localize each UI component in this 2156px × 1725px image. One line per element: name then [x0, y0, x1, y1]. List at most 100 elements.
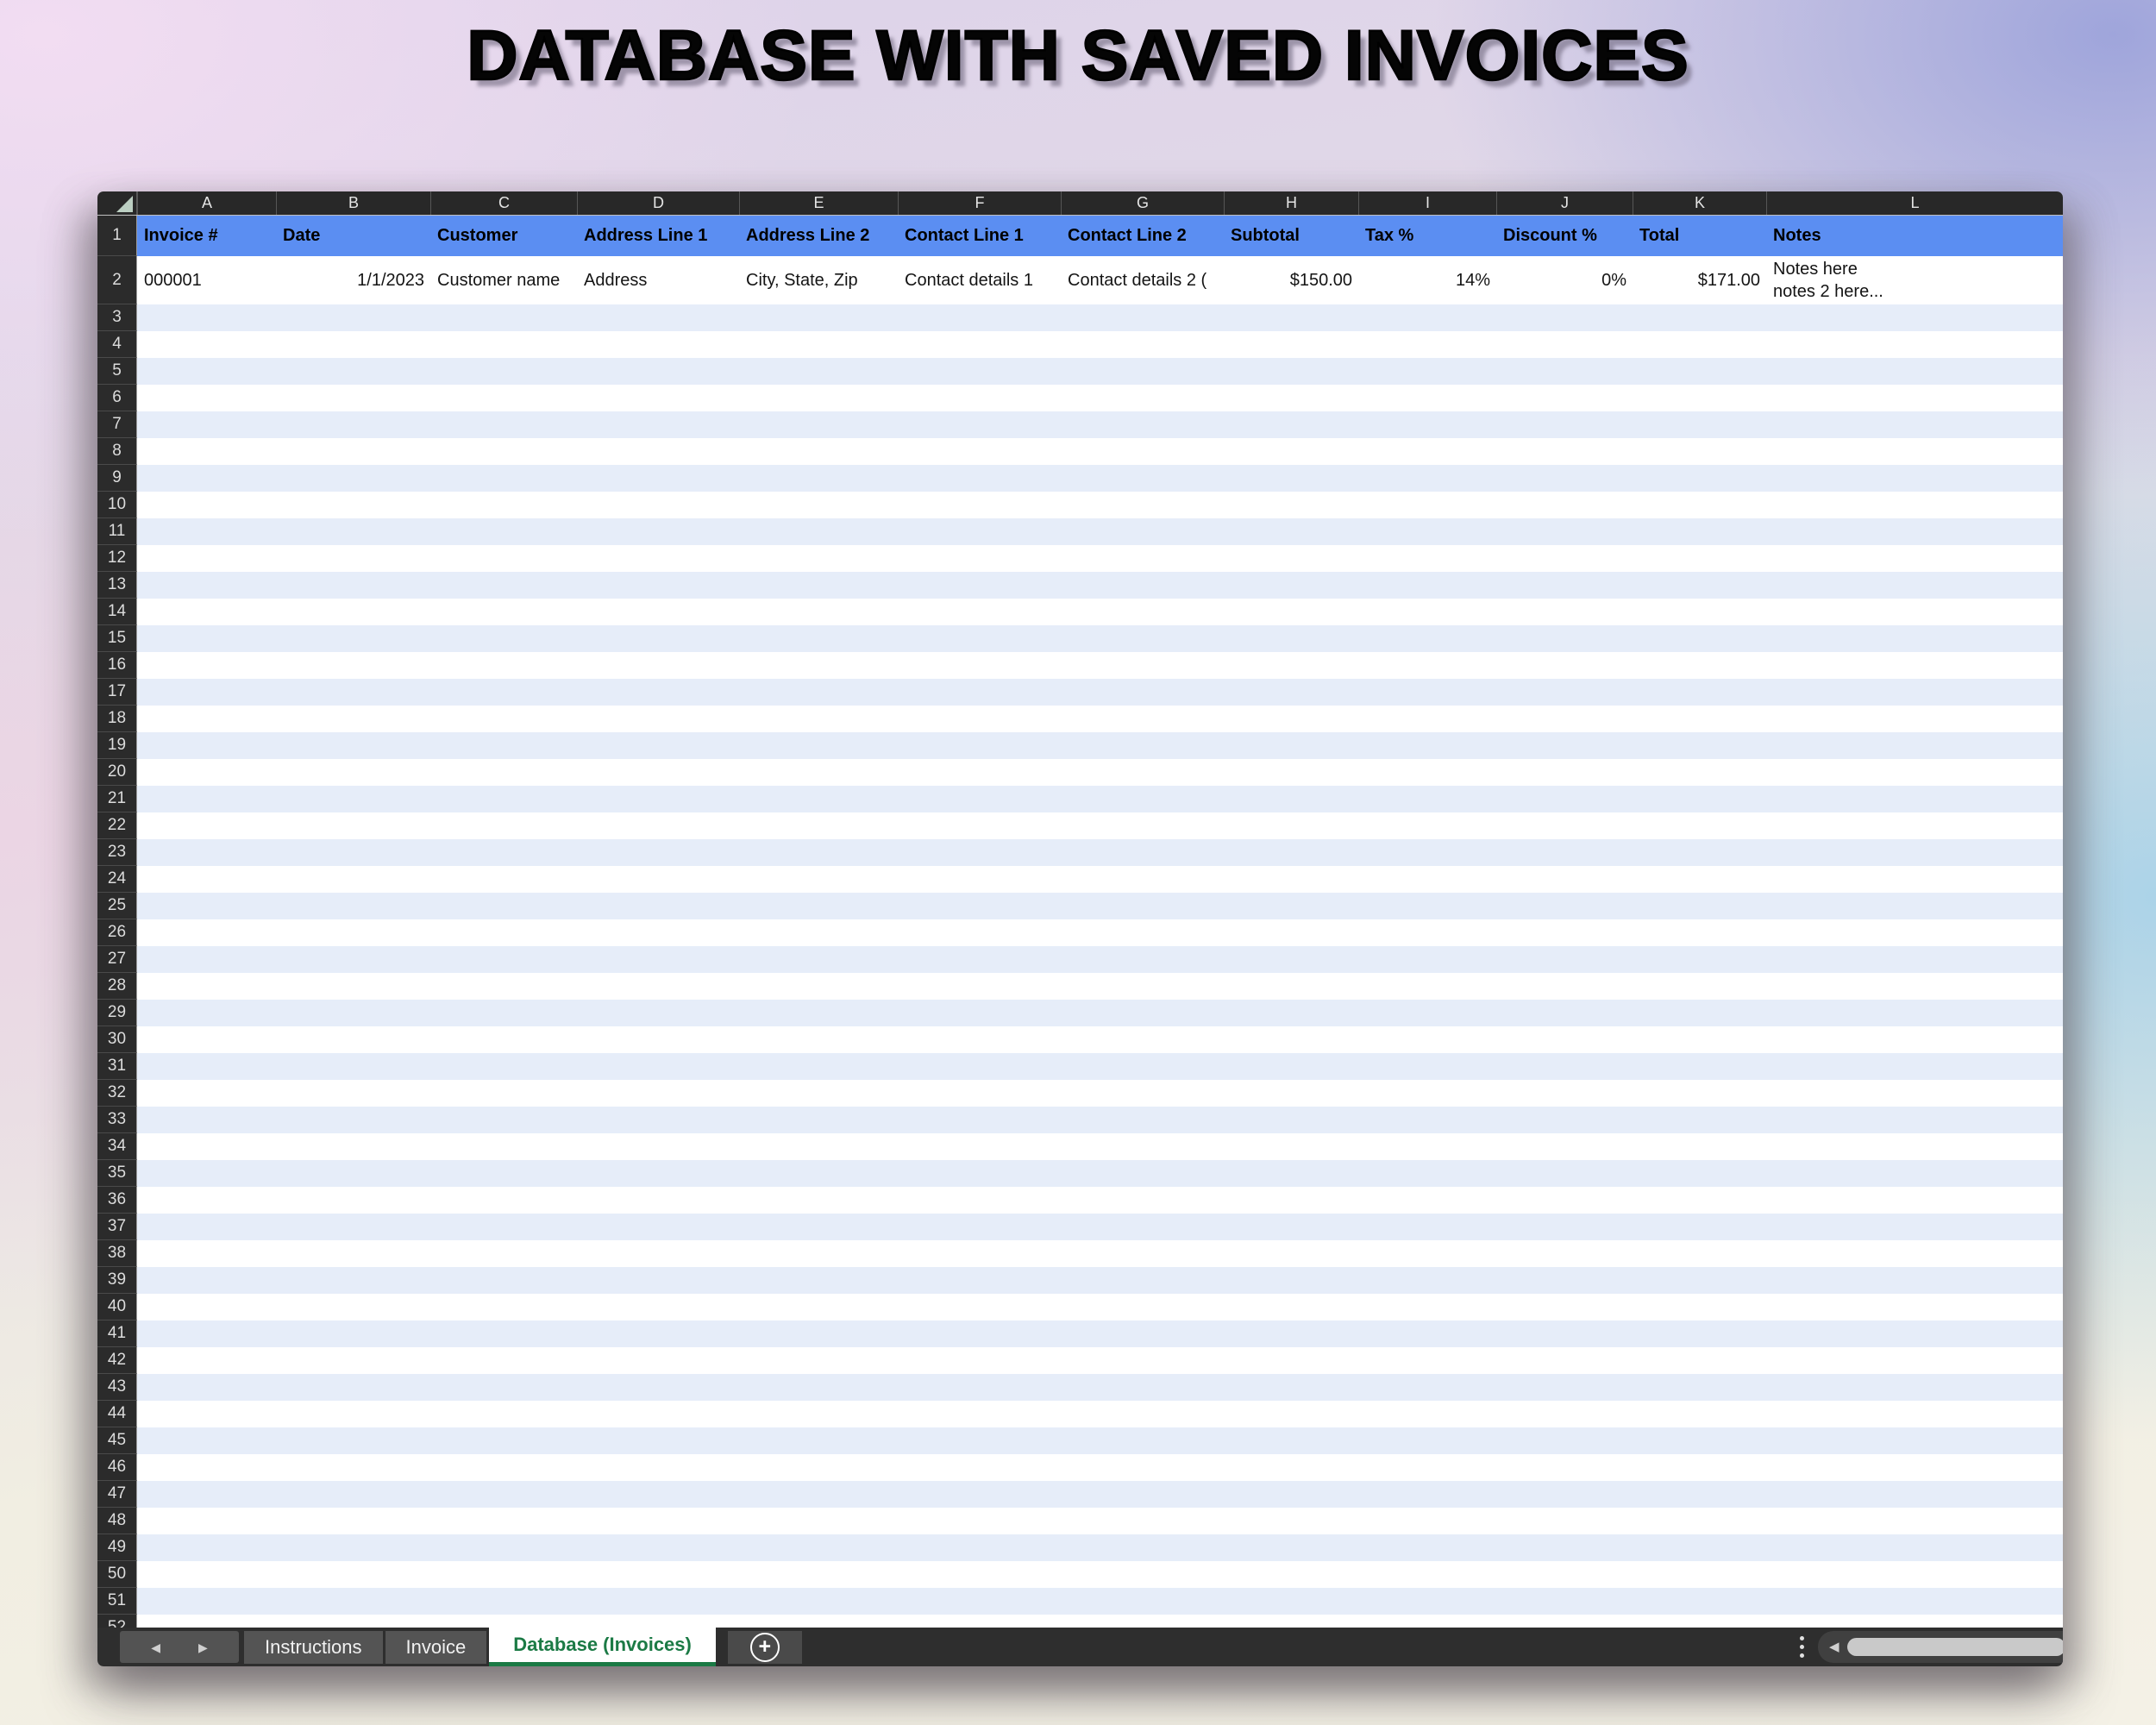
row-number-44[interactable]: 44 [97, 1401, 137, 1427]
row-number-45[interactable]: 45 [97, 1427, 137, 1454]
empty-row-35[interactable] [137, 1160, 2063, 1187]
header-cell-I1[interactable]: Tax % [1358, 216, 1496, 256]
cell-I2[interactable]: 14% [1358, 256, 1496, 304]
empty-row-7[interactable] [137, 411, 2063, 438]
row-number-47[interactable]: 47 [97, 1481, 137, 1508]
row-number-31[interactable]: 31 [97, 1053, 137, 1080]
empty-row-8[interactable] [137, 438, 2063, 465]
row-number-10[interactable]: 10 [97, 492, 137, 518]
tab-nav-right-icon[interactable]: ▶ [198, 1641, 208, 1653]
empty-row-24[interactable] [137, 866, 2063, 893]
empty-row-17[interactable] [137, 679, 2063, 706]
row-number-41[interactable]: 41 [97, 1320, 137, 1347]
empty-row-30[interactable] [137, 1026, 2063, 1053]
row-number-49[interactable]: 49 [97, 1534, 137, 1561]
empty-row-27[interactable] [137, 946, 2063, 973]
empty-row-28[interactable] [137, 973, 2063, 1000]
row-number-6[interactable]: 6 [97, 385, 137, 411]
row-number-40[interactable]: 40 [97, 1294, 137, 1320]
row-number-22[interactable]: 22 [97, 812, 137, 839]
empty-row-36[interactable] [137, 1187, 2063, 1214]
empty-row-6[interactable] [137, 385, 2063, 411]
cell-A2[interactable]: 000001 [137, 256, 276, 304]
row-number-48[interactable]: 48 [97, 1508, 137, 1534]
header-cell-D1[interactable]: Address Line 1 [577, 216, 739, 256]
empty-row-33[interactable] [137, 1107, 2063, 1133]
empty-row-43[interactable] [137, 1374, 2063, 1401]
empty-row-44[interactable] [137, 1401, 2063, 1427]
empty-row-38[interactable] [137, 1240, 2063, 1267]
row-number-34[interactable]: 34 [97, 1133, 137, 1160]
cell-H2[interactable]: $150.00 [1224, 256, 1358, 304]
row-number-26[interactable]: 26 [97, 919, 137, 946]
header-cell-F1[interactable]: Contact Line 1 [898, 216, 1061, 256]
row-number-33[interactable]: 33 [97, 1107, 137, 1133]
column-header-K[interactable]: K [1633, 191, 1766, 215]
empty-row-19[interactable] [137, 732, 2063, 759]
column-header-E[interactable]: E [739, 191, 898, 215]
column-header-A[interactable]: A [137, 191, 276, 215]
cell-J2[interactable]: 0% [1496, 256, 1633, 304]
column-header-I[interactable]: I [1358, 191, 1496, 215]
row-number-25[interactable]: 25 [97, 893, 137, 919]
empty-row-29[interactable] [137, 1000, 2063, 1026]
empty-row-31[interactable] [137, 1053, 2063, 1080]
empty-row-22[interactable] [137, 812, 2063, 839]
empty-row-47[interactable] [137, 1481, 2063, 1508]
row-number-23[interactable]: 23 [97, 839, 137, 866]
row-number-4[interactable]: 4 [97, 331, 137, 358]
add-sheet-button[interactable]: + [727, 1630, 802, 1664]
empty-row-32[interactable] [137, 1080, 2063, 1107]
empty-row-42[interactable] [137, 1347, 2063, 1374]
column-header-B[interactable]: B [276, 191, 430, 215]
header-cell-C1[interactable]: Customer [430, 216, 577, 256]
empty-row-46[interactable] [137, 1454, 2063, 1481]
empty-row-48[interactable] [137, 1508, 2063, 1534]
row-number-29[interactable]: 29 [97, 1000, 137, 1026]
row-number-36[interactable]: 36 [97, 1187, 137, 1214]
row-number-17[interactable]: 17 [97, 679, 137, 706]
empty-row-20[interactable] [137, 759, 2063, 786]
column-header-G[interactable]: G [1061, 191, 1224, 215]
column-header-L[interactable]: L [1766, 191, 2063, 215]
empty-row-23[interactable] [137, 839, 2063, 866]
row-number-43[interactable]: 43 [97, 1374, 137, 1401]
header-cell-L1[interactable]: Notes [1766, 216, 2063, 256]
row-number-5[interactable]: 5 [97, 358, 137, 385]
empty-row-15[interactable] [137, 625, 2063, 652]
empty-row-34[interactable] [137, 1133, 2063, 1160]
cell-L2[interactable]: Notes here notes 2 here... [1766, 256, 2063, 304]
column-header-F[interactable]: F [898, 191, 1061, 215]
row-number-16[interactable]: 16 [97, 652, 137, 679]
column-header-J[interactable]: J [1496, 191, 1633, 215]
row-number-21[interactable]: 21 [97, 786, 137, 812]
row-number-8[interactable]: 8 [97, 438, 137, 465]
row-number-27[interactable]: 27 [97, 946, 137, 973]
scroll-left-icon[interactable]: ◀ [1829, 1640, 1839, 1653]
empty-row-52[interactable] [137, 1615, 2063, 1628]
row-number-18[interactable]: 18 [97, 706, 137, 732]
empty-row-12[interactable] [137, 545, 2063, 572]
row-number-2[interactable]: 2 [97, 256, 137, 304]
horizontal-scrollbar[interactable]: ◀ [1818, 1631, 2063, 1663]
empty-row-4[interactable] [137, 331, 2063, 358]
row-number-28[interactable]: 28 [97, 973, 137, 1000]
empty-row-13[interactable] [137, 572, 2063, 599]
row-number-12[interactable]: 12 [97, 545, 137, 572]
row-number-13[interactable]: 13 [97, 572, 137, 599]
sheet-tab-instructions[interactable]: Instructions [244, 1630, 383, 1664]
empty-row-51[interactable] [137, 1588, 2063, 1615]
tab-nav-left-icon[interactable]: ◀ [151, 1641, 160, 1653]
row-number-24[interactable]: 24 [97, 866, 137, 893]
row-number-32[interactable]: 32 [97, 1080, 137, 1107]
cell-G2[interactable]: Contact details 2 ( [1061, 256, 1224, 304]
empty-row-41[interactable] [137, 1320, 2063, 1347]
empty-row-45[interactable] [137, 1427, 2063, 1454]
empty-row-50[interactable] [137, 1561, 2063, 1588]
row-number-46[interactable]: 46 [97, 1454, 137, 1481]
column-header-H[interactable]: H [1224, 191, 1358, 215]
empty-row-26[interactable] [137, 919, 2063, 946]
cell-F2[interactable]: Contact details 1 [898, 256, 1061, 304]
empty-row-11[interactable] [137, 518, 2063, 545]
row-number-42[interactable]: 42 [97, 1347, 137, 1374]
